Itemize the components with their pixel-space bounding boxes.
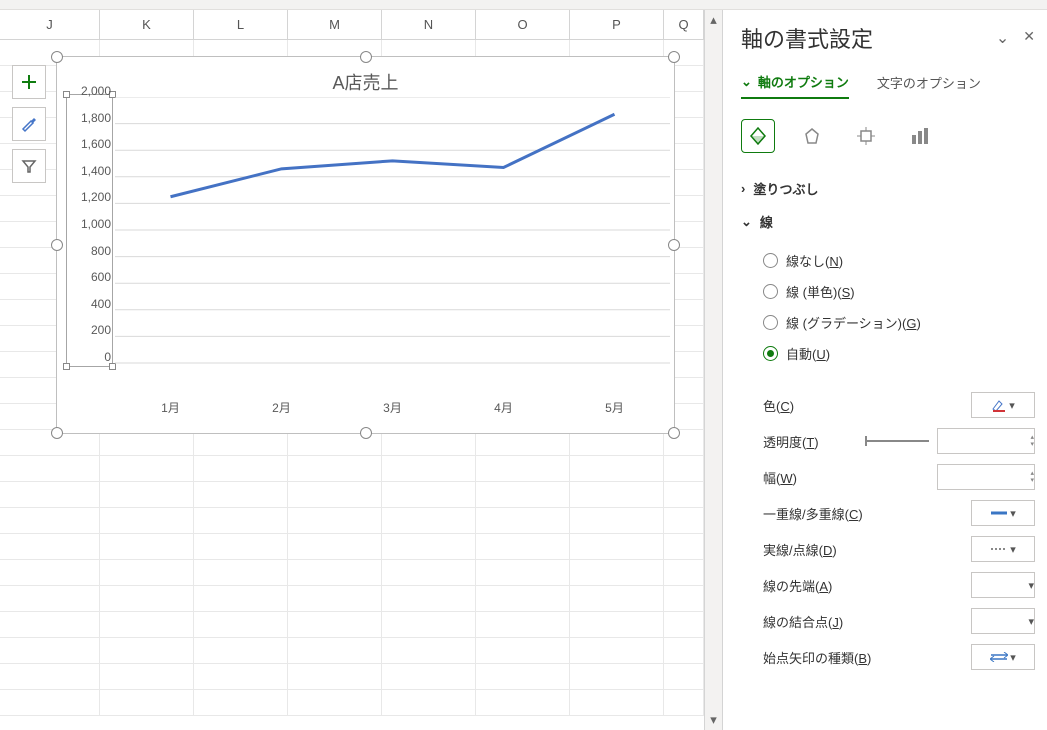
fill-and-line-icon[interactable] — [741, 119, 775, 153]
y-tick-label: 2,000 — [81, 84, 111, 98]
x-axis-ticks: 1月 2月 3月 4月 5月 — [115, 399, 670, 419]
prop-join: 線の結合点(J) ▾ — [741, 603, 1035, 639]
section-line-label: 線 — [760, 212, 773, 231]
prop-transparency: 透明度(T) ▴▾ — [741, 423, 1035, 459]
tab-axis-options[interactable]: ⌄ 軸のオプション — [741, 72, 849, 99]
column-header[interactable]: P — [570, 10, 664, 39]
resize-handle[interactable] — [51, 239, 63, 251]
y-tick-label: 0 — [104, 350, 111, 364]
y-tick-label: 800 — [91, 244, 111, 258]
x-tick-label: 3月 — [383, 399, 402, 416]
prop-width: 幅(W) ▴▾ — [741, 459, 1035, 495]
prop-dash: 実線/点線(D) ▾ — [741, 531, 1035, 567]
scroll-down-icon[interactable]: ▾ — [705, 710, 722, 730]
column-header[interactable]: Q — [664, 10, 704, 39]
y-tick-label: 1,800 — [81, 111, 111, 125]
join-type-dropdown[interactable]: ▾ — [971, 608, 1035, 634]
y-tick-label: 1,000 — [81, 217, 111, 231]
y-tick-label: 1,200 — [81, 190, 111, 204]
y-tick-label: 600 — [91, 270, 111, 284]
tab-text-options-label: 文字のオプション — [877, 73, 981, 92]
size-properties-icon[interactable] — [849, 119, 883, 153]
tab-text-options[interactable]: 文字のオプション — [877, 72, 981, 99]
resize-handle[interactable] — [360, 51, 372, 63]
y-tick-label: 1,600 — [81, 137, 111, 151]
y-tick-label: 200 — [91, 323, 111, 337]
panel-collapse-icon[interactable]: ⌄ — [996, 28, 1009, 48]
data-series-line[interactable] — [171, 114, 615, 196]
width-spinner[interactable]: ▴▾ — [937, 464, 1035, 490]
arrow-begin-button[interactable]: ▾ — [971, 644, 1035, 670]
axis-options-icon[interactable] — [903, 119, 937, 153]
prop-compound: 一重線/多重線(C) ▾ — [741, 495, 1035, 531]
line-radio-group: 線なし(N) 線 (単色)(S) 線 (グラデーション)(G) 自動(U) — [741, 245, 1035, 369]
ribbon-collapsed — [0, 0, 1047, 10]
resize-handle[interactable] — [668, 239, 680, 251]
chart-styles-button[interactable] — [12, 107, 46, 141]
radio-automatic[interactable]: 自動(U) — [763, 338, 1035, 369]
section-fill-label: 塗りつぶし — [753, 179, 818, 198]
column-header[interactable]: K — [100, 10, 194, 39]
scroll-up-icon[interactable]: ▴ — [705, 10, 722, 30]
y-tick-label: 1,400 — [81, 164, 111, 178]
prop-arrow-begin: 始点矢印の種類(B) ▾ — [741, 639, 1035, 675]
prop-color: 色(C) ▾ — [741, 387, 1035, 423]
chevron-right-icon: › — [741, 181, 745, 196]
column-header[interactable]: M — [288, 10, 382, 39]
y-axis-ticks: 2,0001,8001,6001,4001,2001,0008006004002… — [69, 91, 111, 371]
chart-plot-area[interactable] — [115, 97, 670, 387]
panel-close-icon[interactable]: ✕ — [1023, 28, 1035, 48]
y-tick-label: 400 — [91, 297, 111, 311]
color-picker-button[interactable]: ▾ — [971, 392, 1035, 418]
effects-icon[interactable] — [795, 119, 829, 153]
panel-title: 軸の書式設定 — [741, 22, 873, 54]
radio-no-line[interactable]: 線なし(N) — [763, 245, 1035, 276]
worksheet-area[interactable]: JKLMNOPQ A店売上 2,0001,8001,6 — [0, 10, 704, 730]
resize-handle[interactable] — [51, 51, 63, 63]
column-header[interactable]: L — [194, 10, 288, 39]
resize-handle[interactable] — [668, 51, 680, 63]
section-fill[interactable]: › 塗りつぶし — [741, 179, 1035, 198]
tab-axis-options-label: 軸のオプション — [758, 72, 849, 91]
radio-solid-line[interactable]: 線 (単色)(S) — [763, 276, 1035, 307]
resize-handle[interactable] — [51, 427, 63, 439]
transparency-spinner[interactable]: ▴▾ — [937, 428, 1035, 454]
x-tick-label: 1月 — [161, 399, 180, 416]
format-axis-panel: 軸の書式設定 ⌄ ✕ ⌄ 軸のオプション 文字のオプション — [722, 10, 1047, 730]
chart-object[interactable]: A店売上 2,000 1,800 1,600 1,400 1,200 1,000 800 60… — [56, 56, 675, 434]
x-tick-label: 4月 — [494, 399, 513, 416]
chart-filters-button[interactable] — [12, 149, 46, 183]
chart-quick-tools — [12, 65, 46, 183]
chevron-down-icon: ⌄ — [741, 214, 752, 230]
scrollbar-track[interactable] — [705, 30, 722, 710]
resize-handle[interactable] — [668, 427, 680, 439]
column-headers: JKLMNOPQ — [0, 10, 704, 40]
transparency-slider[interactable] — [865, 440, 929, 442]
dash-type-button[interactable]: ▾ — [971, 536, 1035, 562]
column-header[interactable]: J — [0, 10, 100, 39]
compound-type-button[interactable]: ▾ — [971, 500, 1035, 526]
column-header[interactable]: N — [382, 10, 476, 39]
cap-type-dropdown[interactable]: ▾ — [971, 572, 1035, 598]
x-tick-label: 5月 — [605, 399, 624, 416]
section-line[interactable]: ⌄ 線 — [741, 212, 1035, 231]
resize-handle[interactable] — [360, 427, 372, 439]
chart-title[interactable]: A店売上 — [57, 57, 674, 99]
column-header[interactable]: O — [476, 10, 570, 39]
radio-gradient-line[interactable]: 線 (グラデーション)(G) — [763, 307, 1035, 338]
vertical-scrollbar[interactable]: ▴ ▾ — [704, 10, 722, 730]
chart-elements-button[interactable] — [12, 65, 46, 99]
x-tick-label: 2月 — [272, 399, 291, 416]
prop-cap: 線の先端(A) ▾ — [741, 567, 1035, 603]
